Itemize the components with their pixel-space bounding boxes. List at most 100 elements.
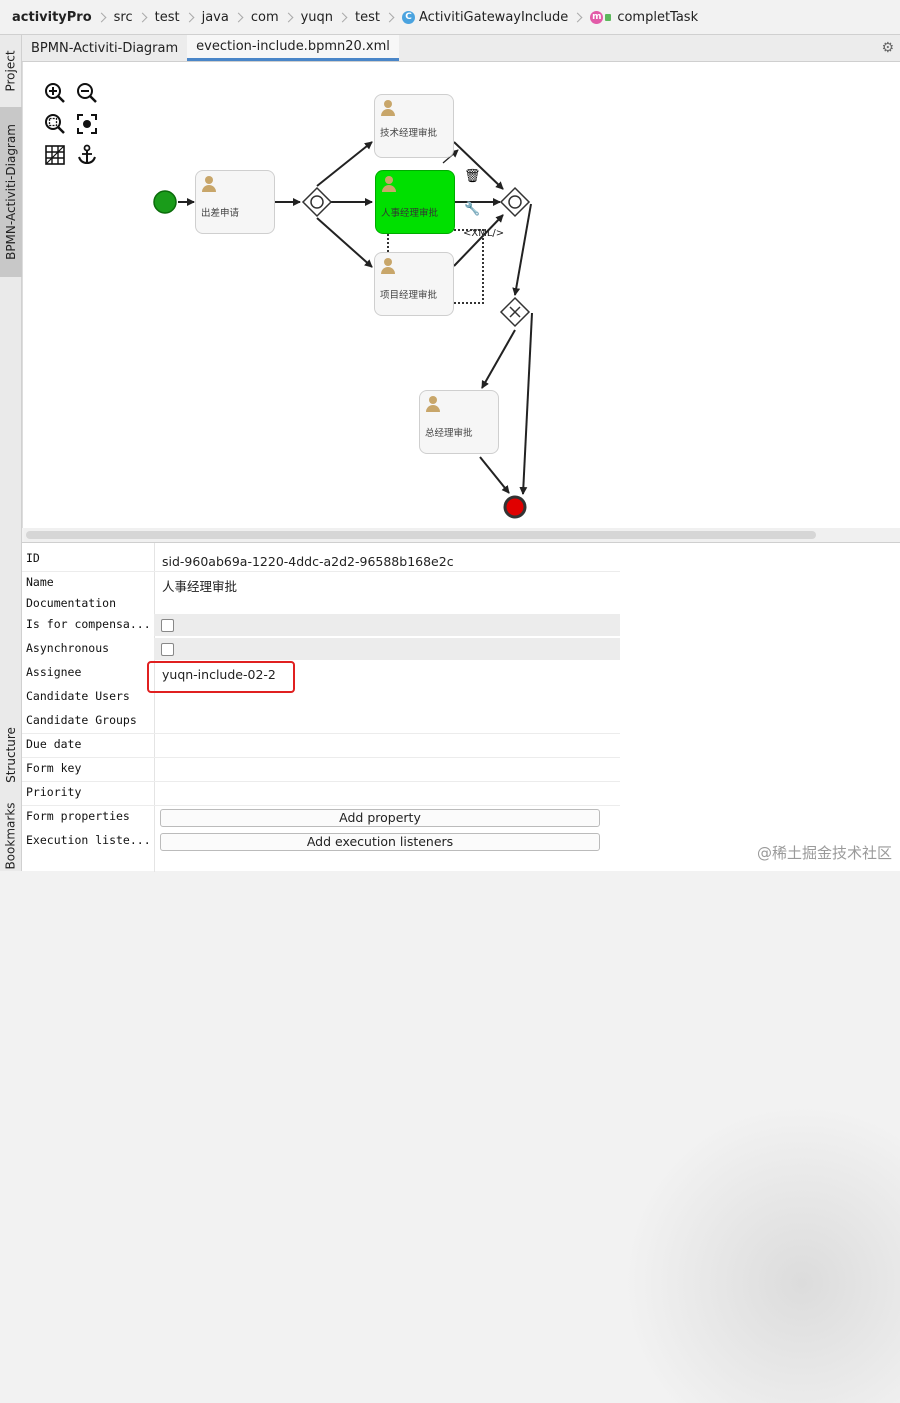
property-row-candidate-groups: Candidate Groups: [24, 711, 622, 735]
breadcrumb-class[interactable]: C ActivitiGatewayInclude: [402, 10, 568, 25]
compensation-checkbox[interactable]: [161, 619, 174, 632]
breadcrumb-yuqn[interactable]: yuqn: [301, 10, 333, 25]
breadcrumb-method-label: completTask: [617, 9, 699, 25]
property-row-priority: Priority: [24, 783, 622, 807]
user-task-icon: [202, 176, 216, 192]
task-apply[interactable]: 出差申请: [195, 170, 275, 234]
property-label: Name: [26, 575, 54, 589]
task-hr-manager[interactable]: 人事经理审批: [375, 170, 455, 234]
user-task-icon: [381, 100, 395, 116]
row-divider: [22, 571, 620, 572]
property-row-compensation: Is for compensa...: [24, 615, 622, 639]
breadcrumb-method[interactable]: m completTask: [590, 10, 698, 25]
background-decoration: [622, 1103, 900, 1403]
breadcrumb-class-label: ActivitiGatewayInclude: [419, 9, 569, 25]
property-row-assignee: Assignee yuqn-include-02-2: [24, 663, 622, 687]
left-tool-strip: Project BPMN-Activiti-Diagram Structure …: [0, 35, 22, 871]
property-label: Assignee: [26, 665, 82, 679]
breadcrumb-project[interactable]: activityPro: [12, 10, 92, 25]
property-label: Priority: [26, 785, 82, 799]
property-label: Due date: [26, 737, 82, 751]
project-tool-label: Project: [4, 50, 18, 92]
property-label: Form properties: [26, 809, 130, 823]
gear-icon[interactable]: ⚙: [881, 40, 894, 56]
add-property-button[interactable]: Add property: [160, 809, 600, 827]
breadcrumb-separator: [384, 12, 395, 22]
property-row-form-key: Form key: [24, 759, 622, 783]
property-name-value[interactable]: 人事经理审批: [162, 576, 237, 595]
property-id-value[interactable]: sid-960ab69a-1220-4ddc-a2d2-96588b168e2c: [162, 554, 454, 569]
task-project-manager-label: 项目经理审批: [380, 290, 438, 301]
asynchronous-checkbox[interactable]: [161, 643, 174, 656]
public-access-icon: [605, 13, 612, 21]
task-tech-manager[interactable]: 技术经理审批: [374, 94, 454, 158]
property-label: Candidate Groups: [26, 713, 137, 727]
tab-bpmn-diagram[interactable]: BPMN-Activiti-Diagram: [22, 35, 187, 61]
breadcrumb-separator: [96, 12, 107, 22]
breadcrumb-separator: [137, 12, 148, 22]
breadcrumb-test-package[interactable]: test: [355, 10, 380, 25]
property-row-due-date: Due date: [24, 735, 622, 759]
bookmarks-tool-label: Bookmarks: [4, 802, 19, 870]
property-row-asynchronous: Asynchronous: [24, 639, 622, 663]
breadcrumb: activityPro src test java com yuqn test …: [0, 0, 900, 35]
breadcrumb-test[interactable]: test: [155, 10, 180, 25]
property-row-id: ID sid-960ab69a-1220-4ddc-a2d2-96588b168…: [24, 549, 622, 573]
task-tech-manager-label: 技术经理审批: [380, 128, 438, 139]
breadcrumb-java[interactable]: java: [202, 10, 229, 25]
project-tool-tab[interactable]: Project: [0, 37, 22, 105]
diagram-canvas[interactable]: 出差申请 技术经理审批 人事经理审批 项目经理审批 总经理审批 🗑 🔧 <XML…: [22, 62, 900, 528]
scrollbar-thumb[interactable]: [26, 531, 816, 539]
method-icon: m: [590, 10, 604, 24]
breadcrumb-com[interactable]: com: [251, 10, 279, 25]
horizontal-scrollbar[interactable]: [24, 528, 900, 542]
structure-tool-tab[interactable]: Structure: [0, 715, 22, 795]
exclusive-gateway[interactable]: [499, 296, 531, 328]
bookmarks-tool-tab[interactable]: Bookmarks: [0, 801, 22, 871]
end-event[interactable]: [503, 495, 527, 519]
breadcrumb-separator: [184, 12, 195, 22]
property-label: Documentation: [26, 596, 117, 610]
property-label: Is for compensa...: [26, 617, 151, 631]
editor-tabs: BPMN-Activiti-Diagram evection-include.b…: [22, 35, 900, 62]
breadcrumb-separator: [283, 12, 294, 22]
task-apply-label: 出差申请: [201, 208, 240, 219]
breadcrumb-src[interactable]: src: [114, 10, 133, 25]
start-event[interactable]: [153, 190, 177, 214]
property-row-candidate-users: Candidate Users: [24, 687, 622, 711]
property-row-form-properties: Form properties Add property: [24, 807, 622, 831]
xml-icon[interactable]: <XML/>: [463, 228, 504, 239]
add-execution-listeners-button[interactable]: Add execution listeners: [160, 833, 600, 851]
breadcrumb-separator: [572, 12, 583, 22]
diagram-tool-label: BPMN-Activiti-Diagram: [4, 124, 19, 260]
user-task-icon: [382, 176, 396, 192]
property-label: Candidate Users: [26, 689, 130, 703]
task-project-manager[interactable]: 项目经理审批: [374, 252, 454, 316]
row-divider: [22, 781, 620, 782]
property-label: Execution liste...: [26, 833, 151, 847]
row-divider: [22, 733, 620, 734]
row-divider: [22, 757, 620, 758]
user-task-icon: [426, 396, 440, 412]
diagram-tool-tab[interactable]: BPMN-Activiti-Diagram: [0, 107, 22, 277]
properties-panel: ID sid-960ab69a-1220-4ddc-a2d2-96588b168…: [22, 542, 900, 1403]
task-hr-manager-label: 人事经理审批: [381, 208, 439, 219]
property-label: ID: [26, 551, 40, 565]
structure-tool-label: Structure: [4, 727, 19, 783]
tab-bpmn-xml[interactable]: evection-include.bpmn20.xml: [187, 35, 399, 61]
row-divider: [22, 805, 620, 806]
property-label: Asynchronous: [26, 641, 110, 655]
property-label: Form key: [26, 761, 82, 775]
breadcrumb-separator: [337, 12, 348, 22]
inclusive-gateway-join[interactable]: [499, 186, 531, 218]
task-general-manager[interactable]: 总经理审批: [419, 390, 499, 454]
task-general-manager-label: 总经理审批: [425, 428, 473, 439]
trash-icon[interactable]: 🗑: [464, 169, 481, 184]
class-icon: C: [402, 10, 416, 24]
wrench-icon[interactable]: 🔧: [464, 202, 480, 217]
inclusive-gateway-fork[interactable]: [301, 186, 333, 218]
breadcrumb-separator: [233, 12, 244, 22]
property-row-execution-listeners: Execution liste... Add execution listene…: [24, 831, 622, 855]
user-task-icon: [381, 258, 395, 274]
watermark: @稀土掘金技术社区: [756, 844, 892, 862]
